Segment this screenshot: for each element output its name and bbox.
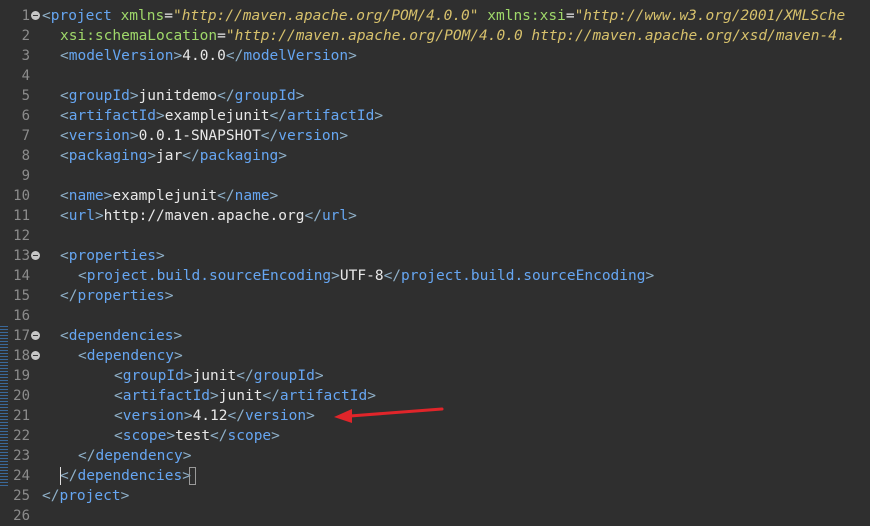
xml-tag: properties <box>77 288 165 304</box>
xml-tag: packaging <box>68 148 148 164</box>
code-line-3[interactable]: <modelVersion>4.0.0</modelVersion> <box>60 46 357 66</box>
code-line-13[interactable]: <properties> <box>60 246 165 266</box>
bracket-match-highlight <box>189 467 196 485</box>
code-line-15[interactable]: </properties> <box>60 286 174 306</box>
code-line-7[interactable]: <version>0.0.1-SNAPSHOT</version> <box>60 126 348 146</box>
code-line-24[interactable]: </dependencies> <box>60 466 191 486</box>
line-number: 8 <box>21 148 30 164</box>
xml-tag: version <box>244 408 307 424</box>
xml-tag: name <box>68 188 104 204</box>
xml-tag: groupId <box>122 368 184 384</box>
xml-text: junit <box>218 388 263 404</box>
xml-tag: project.build.sourceEncoding <box>86 268 332 284</box>
code-line-11[interactable]: <url>http://maven.apache.org</url> <box>60 206 357 226</box>
xml-tag: dependencies <box>77 468 183 484</box>
code-line-19[interactable]: <groupId>junit</groupId> <box>114 366 324 386</box>
code-line-22[interactable]: <scope>test</scope> <box>114 426 280 446</box>
line-number: 7 <box>21 128 30 144</box>
xml-tag: name <box>234 188 270 204</box>
code-line-6[interactable]: <artifactId>examplejunit</artifactId> <box>60 106 383 126</box>
xml-tag: packaging <box>199 148 279 164</box>
code-line-21[interactable]: <version>4.12</version> <box>114 406 315 426</box>
xml-text: test <box>175 428 211 444</box>
code-line-14[interactable]: <project.build.sourceEncoding>UTF-8</pro… <box>78 266 654 286</box>
xml-text: junitdemo <box>138 88 218 104</box>
code-area[interactable]: <project xmlns="http://maven.apache.org/… <box>42 0 870 515</box>
bracket: < <box>42 8 51 24</box>
xml-text: examplejunit <box>112 188 218 204</box>
code-line-2[interactable]: xsi:schemaLocation="http://maven.apache.… <box>60 26 846 46</box>
code-line-17[interactable]: <dependencies> <box>60 326 182 346</box>
fold-toggle-icon[interactable] <box>31 251 40 260</box>
xml-text: http://maven.apache.org <box>103 208 305 224</box>
xml-tag: dependencies <box>68 328 174 344</box>
line-number: 12 <box>13 228 30 244</box>
xml-tag: modelVersion <box>243 48 349 64</box>
line-number: 10 <box>13 188 30 204</box>
xml-tag: url <box>321 208 349 224</box>
xml-tag: artifactId <box>287 108 375 124</box>
xml-tag: scope <box>122 428 167 444</box>
xml-text: 0.0.1-SNAPSHOT <box>138 128 261 144</box>
code-line-1[interactable]: <project xmlns="http://maven.apache.org/… <box>42 6 845 26</box>
xml-text: 4.12 <box>192 408 228 424</box>
xml-tag: project.build.sourceEncoding <box>401 268 646 284</box>
xml-text: UTF-8 <box>339 268 384 284</box>
line-number: 13 <box>13 248 30 264</box>
line-number: 5 <box>21 88 30 104</box>
line-number: 11 <box>13 208 30 224</box>
xml-editor[interactable]: 1 2 3 4 5 6 7 8 9 10 11 12 13 14 15 16 17 18 19 20 21 22 23 24 2… <box>0 0 870 524</box>
xml-attribute: xsi:schemaLocation <box>60 28 218 44</box>
fold-toggle-icon[interactable] <box>31 351 40 360</box>
code-line-8[interactable]: <packaging>jar</packaging> <box>60 146 287 166</box>
xml-tag: version <box>122 408 184 424</box>
xml-attribute: xmlns <box>120 8 165 24</box>
xml-attribute: xmlns:xsi <box>487 8 566 24</box>
xml-tag: artifactId <box>122 388 211 404</box>
line-number: 3 <box>21 48 30 64</box>
xml-tag: groupId <box>234 88 296 104</box>
xml-text: examplejunit <box>164 108 270 124</box>
xml-tag: properties <box>68 248 157 264</box>
code-line-5[interactable]: <groupId>junitdemo</groupId> <box>60 86 304 106</box>
text-cursor <box>60 467 61 485</box>
line-number: 26 <box>13 508 30 524</box>
code-line-25[interactable]: </project> <box>42 486 129 506</box>
line-number: 4 <box>21 68 30 84</box>
line-number: 2 <box>21 28 30 44</box>
xml-tag: modelVersion <box>68 48 174 64</box>
line-number-gutter: 1 2 3 4 5 6 7 8 9 10 11 12 13 14 15 16 17 18 19 20 21 22 23 24 2… <box>0 0 42 524</box>
code-line-18[interactable]: <dependency> <box>78 346 183 366</box>
xml-tag: artifactId <box>68 108 157 124</box>
xml-tag: url <box>68 208 95 224</box>
line-number: 6 <box>21 108 30 124</box>
xml-attribute-value: "http://maven.apache.org/POM/4.0.0" <box>172 8 479 24</box>
quick-diff-bar <box>0 326 8 486</box>
xml-tag: project <box>59 488 121 504</box>
line-number: 16 <box>13 308 30 324</box>
xml-text: junit <box>192 368 237 384</box>
xml-tag: version <box>68 128 130 144</box>
fold-toggle-icon[interactable] <box>31 11 40 20</box>
fold-toggle-icon[interactable] <box>31 331 40 340</box>
code-line-10[interactable]: <name>examplejunit</name> <box>60 186 278 206</box>
xml-tag: project <box>50 8 112 24</box>
xml-attribute-value: "http://maven.apache.org/POM/4.0.0 http:… <box>225 28 846 44</box>
annotation-arrow <box>334 407 444 423</box>
xml-tag: dependency <box>86 348 175 364</box>
xml-tag: groupId <box>68 88 130 104</box>
line-number: 15 <box>13 288 30 304</box>
xml-attribute-value: "http://www.w3.org/2001/XMLSche <box>574 8 846 24</box>
line-number: 1 <box>21 8 30 24</box>
xml-tag: version <box>278 128 340 144</box>
line-number: 9 <box>21 168 30 184</box>
code-line-23[interactable]: </dependency> <box>78 446 192 466</box>
line-number: 14 <box>13 268 30 284</box>
xml-tag: dependency <box>95 448 183 464</box>
line-number: 25 <box>13 488 30 504</box>
xml-text: 4.0.0 <box>182 48 226 64</box>
xml-tag: scope <box>227 428 272 444</box>
xml-tag: groupId <box>253 368 315 384</box>
xml-text: jar <box>156 148 183 164</box>
